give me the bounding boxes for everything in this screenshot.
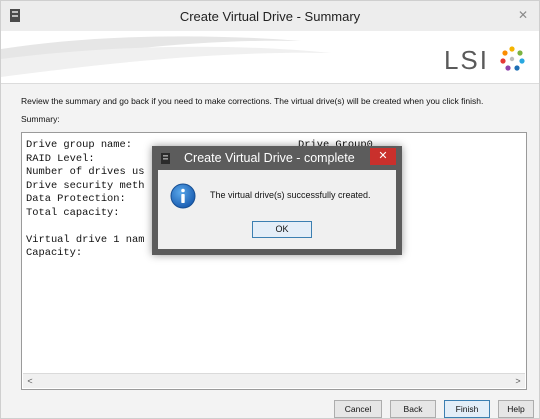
scroll-right-button[interactable]: > bbox=[511, 374, 525, 388]
window-titlebar: Create Virtual Drive - Summary ✕ bbox=[1, 1, 539, 31]
header-banner: LSI bbox=[1, 31, 539, 84]
summary-row-key: Drive security meth bbox=[26, 179, 145, 192]
complete-dialog: Create Virtual Drive - complete ✕ The vi… bbox=[152, 146, 402, 255]
summary-row-key: Drive group name: bbox=[26, 139, 133, 151]
horizontal-scrollbar[interactable]: < > bbox=[23, 373, 525, 388]
info-icon bbox=[170, 183, 196, 209]
summary-row-key: Virtual drive 1 nam bbox=[26, 233, 145, 246]
help-button[interactable]: Help bbox=[498, 400, 534, 418]
dialog-body: The virtual drive(s) successfully create… bbox=[158, 170, 396, 249]
cancel-button[interactable]: Cancel bbox=[334, 400, 382, 418]
summary-row-key: Data Protection: bbox=[26, 193, 126, 205]
summary-label: Summary: bbox=[21, 114, 60, 124]
server-icon bbox=[161, 153, 170, 164]
scroll-left-button[interactable]: < bbox=[23, 374, 37, 388]
summary-row-key: Capacity: bbox=[26, 247, 83, 259]
instructions-text: Review the summary and go back if you ne… bbox=[21, 96, 484, 106]
ok-button[interactable]: OK bbox=[252, 221, 312, 238]
lsi-starburst-icon bbox=[500, 46, 525, 71]
dialog-message: The virtual drive(s) successfully create… bbox=[210, 190, 371, 200]
dialog-title: Create Virtual Drive - complete bbox=[184, 151, 355, 165]
window-close-button[interactable]: ✕ bbox=[513, 7, 533, 23]
back-button[interactable]: Back bbox=[390, 400, 436, 418]
dialog-titlebar: Create Virtual Drive - complete bbox=[152, 146, 402, 170]
summary-row-key: Number of drives us bbox=[26, 166, 145, 178]
finish-button[interactable]: Finish bbox=[444, 400, 490, 418]
dialog-close-button[interactable]: ✕ bbox=[370, 148, 396, 165]
window-title: Create Virtual Drive - Summary bbox=[179, 9, 361, 24]
summary-row-key: Total capacity: bbox=[26, 206, 120, 219]
summary-row-key: RAID Level: bbox=[26, 152, 95, 165]
lsi-logo-text: LSI bbox=[443, 45, 489, 75]
